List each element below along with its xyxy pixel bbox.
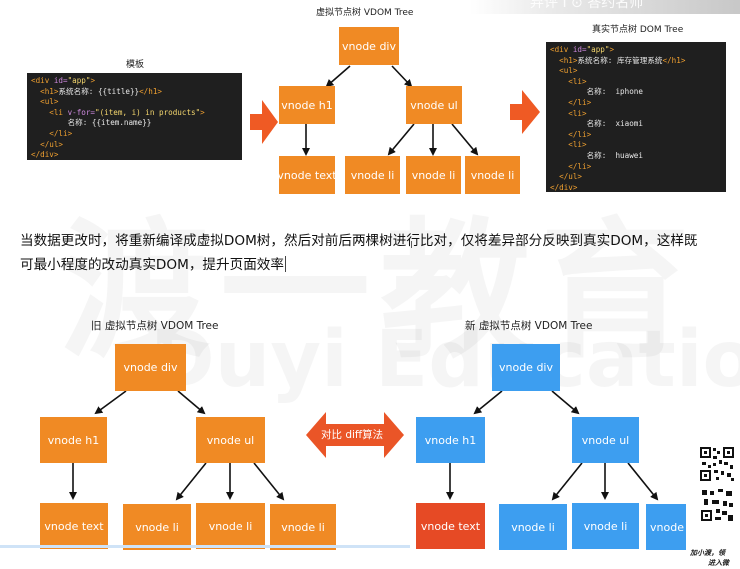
- explanation-line-2: 可最小程度的改动真实DOM，提升页面效率: [20, 253, 286, 278]
- top-node-h1: vnode h1: [279, 86, 335, 124]
- new-node-li-2: vnode li: [572, 503, 639, 549]
- explanation-line-2-text: 可最小程度的改动真实DOM，提升页面效率: [20, 257, 284, 273]
- top-node-ul: vnode ul: [406, 86, 462, 124]
- new-node-div: vnode div: [492, 344, 560, 391]
- old-node-h1: vnode h1: [40, 417, 107, 463]
- edge-new-ul-li3: [627, 462, 659, 501]
- edge-top-div-h1: [325, 65, 351, 88]
- arrow-template-to-vdom: [250, 100, 278, 144]
- diff-label: 对比 diff算法: [321, 429, 384, 441]
- text-caret: [285, 256, 286, 272]
- qr-caption-2: 进入微: [708, 559, 729, 567]
- edge-new-div-ul: [551, 390, 580, 415]
- arrow-vdom-to-dom: [510, 90, 540, 134]
- edge-new-div-h1: [473, 390, 503, 415]
- top-node-li-1: vnode li: [345, 156, 400, 194]
- top-node-text: vnode text: [277, 156, 337, 194]
- old-tree-title: 旧 虚拟节点树 VDOM Tree: [91, 320, 219, 332]
- edge-old-div-h1: [94, 390, 127, 415]
- new-node-ul: vnode ul: [572, 417, 639, 463]
- new-node-li-1: vnode li: [499, 504, 567, 550]
- top-node-li-3: vnode li: [465, 156, 520, 194]
- old-node-li-2: vnode li: [196, 503, 265, 549]
- new-node-li-3: vnode li: [646, 504, 694, 550]
- edge-top-div-ul: [391, 65, 413, 88]
- connectors: [69, 65, 659, 501]
- old-node-li-3: vnode li: [270, 504, 336, 550]
- cursor-mark: I: [410, 240, 413, 251]
- old-node-ul: vnode ul: [196, 417, 265, 463]
- edge-top-ul-li3: [451, 123, 479, 156]
- edge-old-ul-li1: [175, 462, 207, 501]
- new-node-h1: vnode h1: [416, 417, 485, 463]
- old-node-text: vnode text: [40, 503, 108, 549]
- new-node-text-changed: vnode text: [416, 503, 485, 549]
- top-node-li-2: vnode li: [406, 156, 461, 194]
- edge-top-ul-li1: [387, 123, 415, 156]
- old-node-div: vnode div: [115, 344, 186, 391]
- qr-code[interactable]: [694, 443, 740, 539]
- new-tree-title: 新 虚拟节点树 VDOM Tree: [465, 320, 593, 332]
- bottom-scroll-indicator: [0, 545, 410, 548]
- edge-old-div-ul: [177, 390, 206, 415]
- top-node-div: vnode div: [339, 27, 399, 65]
- qr-caption-1: 加小渡，领: [690, 549, 725, 557]
- edge-old-ul-li3: [253, 462, 285, 501]
- old-node-li-1: vnode li: [123, 504, 191, 550]
- edge-new-ul-li1: [551, 462, 583, 501]
- qr-code-icon: [700, 447, 734, 522]
- explanation-line-1: 当数据更改时，将重新编译成虚拟DOM树，然后对前后两棵树进行比对，仅将差异部分反…: [20, 233, 698, 249]
